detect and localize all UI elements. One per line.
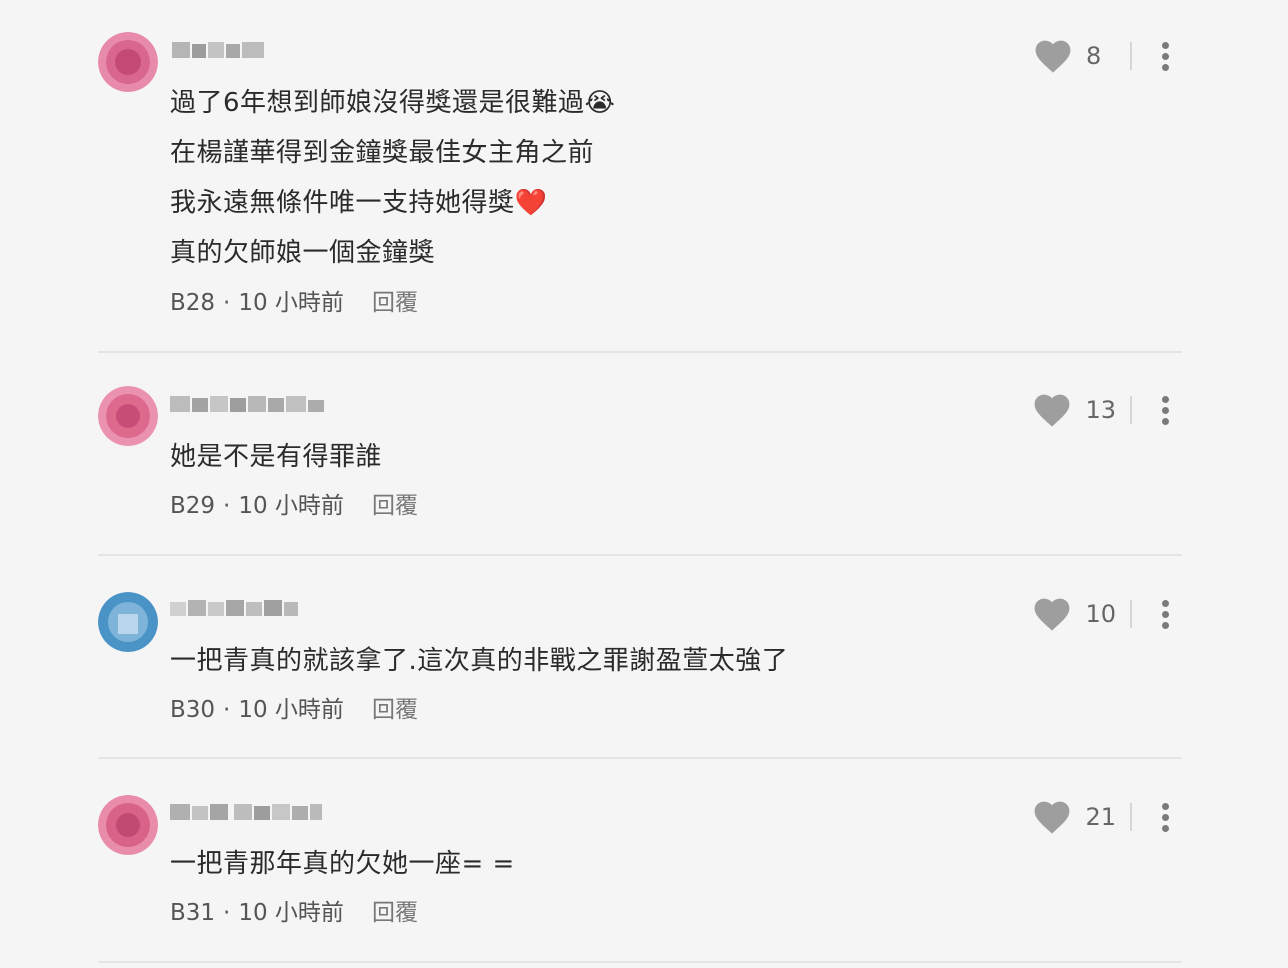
reply-button[interactable]: 回覆 — [372, 900, 418, 926]
separator — [1130, 803, 1132, 831]
timestamp: 10 小時前 — [238, 697, 344, 723]
like-group: 21 — [1033, 797, 1180, 837]
comment-text: 過了6年想到師娘沒得獎還是很難過😭 在楊謹華得到金鐘獎最佳女主角之前 我永遠無條… — [170, 78, 615, 278]
reply-button[interactable]: 回覆 — [372, 697, 418, 723]
comment-line: 一把青那年真的欠她一座= = — [170, 849, 515, 879]
like-group: 13 — [1033, 390, 1180, 430]
comment-line: 在楊謹華得到金鐘獎最佳女主角之前 — [170, 138, 595, 168]
avatar[interactable] — [98, 592, 158, 652]
like-count: 21 — [1085, 803, 1116, 831]
comment-line: 真的欠師娘一個金鐘獎 — [170, 238, 436, 268]
username-blurred[interactable] — [168, 392, 328, 418]
like-group: 8 — [1034, 36, 1180, 76]
heart-icon[interactable] — [1034, 38, 1072, 74]
avatar[interactable] — [98, 795, 158, 855]
comment-text: 一把青真的就該拿了.這次真的非戰之罪謝盈萱太強了 — [170, 636, 788, 686]
comment-meta: B31 · 10 小時前 回覆 — [170, 898, 418, 928]
floor-number: B30 — [170, 697, 216, 723]
comment-line: 一把青真的就該拿了.這次真的非戰之罪謝盈萱太強了 — [170, 646, 789, 676]
comment-line: 過了6年想到師娘沒得獎還是很難過😭 — [170, 88, 616, 118]
heart-icon[interactable] — [1033, 392, 1071, 428]
meta-separator: · — [223, 900, 231, 926]
like-count: 10 — [1085, 600, 1116, 628]
divider — [98, 554, 1182, 556]
like-count: 13 — [1085, 396, 1116, 424]
comment-text: 一把青那年真的欠她一座= = — [170, 839, 515, 889]
comment-meta: B30 · 10 小時前 回覆 — [170, 695, 418, 725]
timestamp: 10 小時前 — [238, 290, 344, 316]
kebab-menu-icon[interactable] — [1150, 36, 1180, 76]
kebab-menu-icon[interactable] — [1150, 390, 1180, 430]
floor-number: B28 — [170, 290, 216, 316]
like-count: 8 — [1086, 42, 1102, 70]
username-blurred[interactable] — [168, 38, 268, 64]
heart-icon[interactable] — [1033, 596, 1071, 632]
avatar[interactable] — [98, 386, 158, 446]
comment-meta: B28 · 10 小時前 回覆 — [170, 288, 418, 318]
like-group: 10 — [1033, 594, 1180, 634]
timestamp: 10 小時前 — [238, 493, 344, 519]
meta-separator: · — [223, 697, 231, 723]
avatar[interactable] — [98, 32, 158, 92]
meta-separator: · — [223, 493, 231, 519]
comment-meta: B29 · 10 小時前 回覆 — [170, 491, 418, 521]
kebab-menu-icon[interactable] — [1150, 594, 1180, 634]
reply-button[interactable]: 回覆 — [372, 290, 418, 316]
comment-line: 她是不是有得罪誰 — [170, 442, 383, 472]
floor-number: B31 — [170, 900, 216, 926]
separator — [1130, 396, 1132, 424]
meta-separator: · — [223, 290, 231, 316]
reply-button[interactable]: 回覆 — [372, 493, 418, 519]
comment-line: 我永遠無條件唯一支持她得獎❤️ — [170, 188, 548, 218]
comment-text: 她是不是有得罪誰 — [170, 432, 382, 482]
username-blurred[interactable] — [168, 596, 300, 622]
floor-number: B29 — [170, 493, 216, 519]
divider — [98, 351, 1182, 353]
divider — [98, 961, 1182, 963]
timestamp: 10 小時前 — [238, 900, 344, 926]
separator — [1130, 42, 1132, 70]
kebab-menu-icon[interactable] — [1150, 797, 1180, 837]
username-blurred[interactable] — [168, 800, 324, 826]
divider — [98, 757, 1182, 759]
separator — [1130, 600, 1132, 628]
heart-icon[interactable] — [1033, 799, 1071, 835]
